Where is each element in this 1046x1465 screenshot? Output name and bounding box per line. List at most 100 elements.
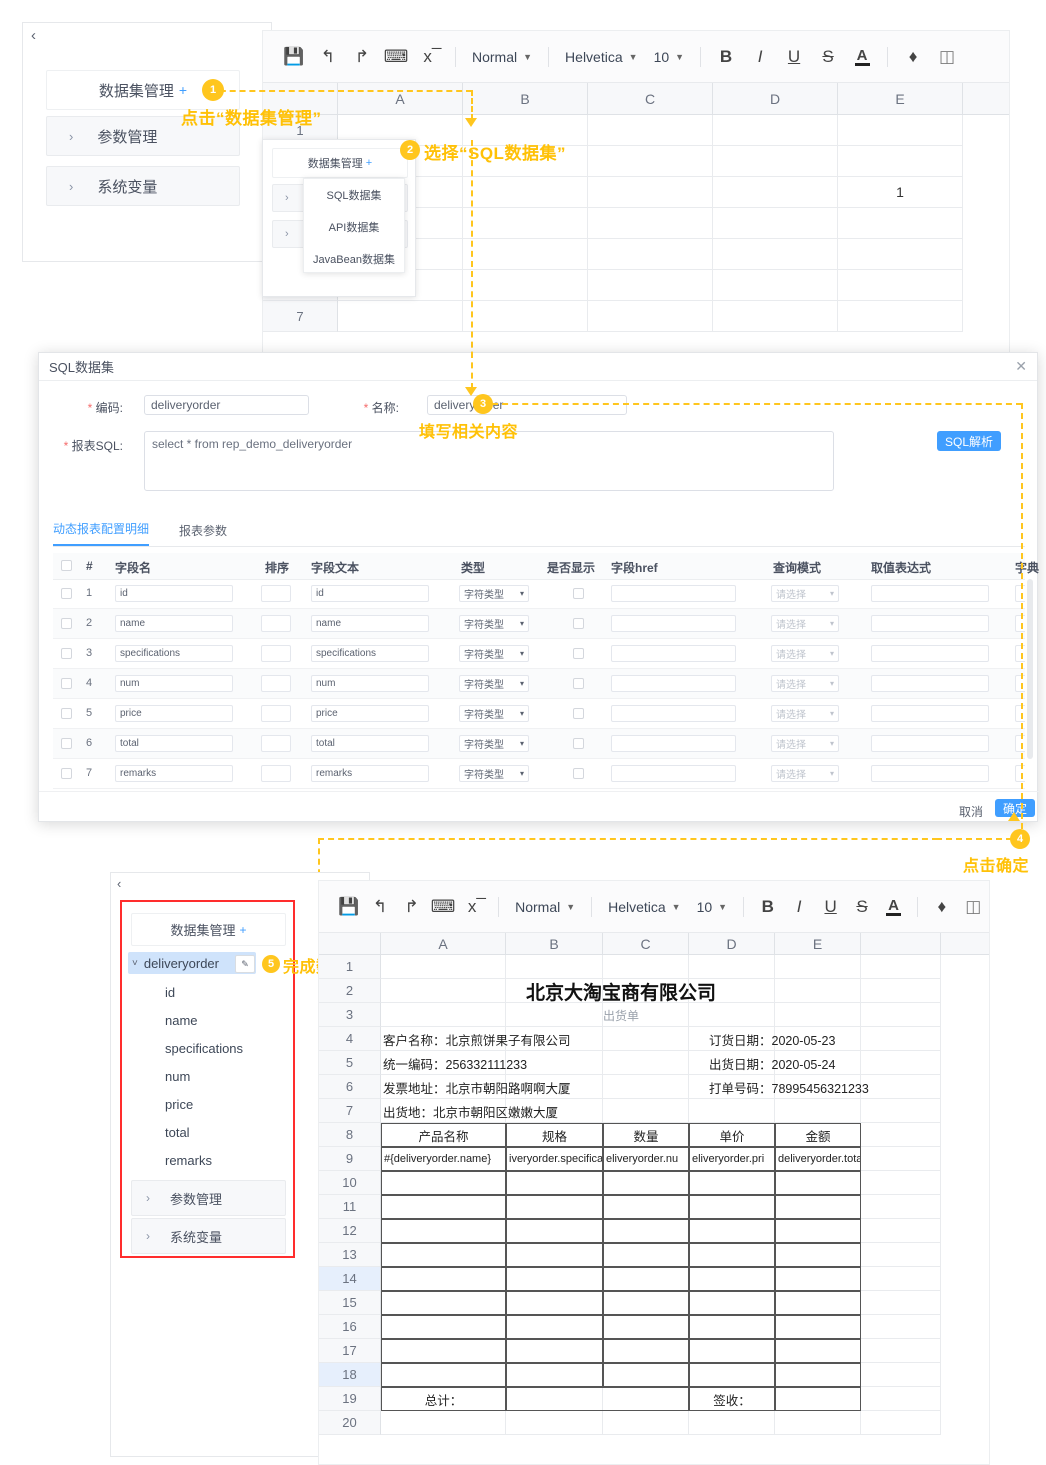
field-name-input[interactable]: remarks xyxy=(115,765,233,782)
field-name-input[interactable]: id xyxy=(115,585,233,602)
add-dataset-plus-icon[interactable]: + xyxy=(179,82,187,98)
strikethrough-button[interactable]: S xyxy=(846,890,877,924)
order-input[interactable] xyxy=(261,735,291,752)
report-table-cell[interactable] xyxy=(381,1315,506,1339)
row-header[interactable]: 18 xyxy=(319,1363,381,1387)
cell[interactable] xyxy=(588,115,713,146)
redo-icon[interactable]: ↱ xyxy=(396,890,427,924)
tab-dynamic-report-config[interactable]: 动态报表配置明细 xyxy=(53,520,150,546)
font-select[interactable]: Helvetica ▼ xyxy=(600,899,689,915)
dict-code-input[interactable] xyxy=(1015,615,1025,632)
list-item[interactable]: remarks xyxy=(165,1153,285,1181)
row-header[interactable]: 10 xyxy=(319,1171,381,1195)
row-header[interactable]: 11 xyxy=(319,1195,381,1219)
field-text-input[interactable]: name xyxy=(311,615,429,632)
column-header-b[interactable]: B xyxy=(463,83,588,114)
query-mode-select[interactable]: 请选择 ▾ xyxy=(771,645,839,662)
report-table-cell[interactable] xyxy=(775,1315,861,1339)
cell[interactable] xyxy=(861,1387,941,1411)
query-mode-select[interactable]: 请选择 ▾ xyxy=(771,765,839,782)
query-mode-select[interactable]: 请选择 ▾ xyxy=(771,675,839,692)
dict-code-input[interactable] xyxy=(1015,735,1025,752)
cell[interactable] xyxy=(861,979,941,1003)
visible-checkbox[interactable] xyxy=(573,618,584,629)
order-input[interactable] xyxy=(261,585,291,602)
value-expr-input[interactable] xyxy=(871,705,989,722)
cell[interactable] xyxy=(861,1291,941,1315)
field-href-input[interactable] xyxy=(611,705,736,722)
row-header[interactable]: 6 xyxy=(319,1075,381,1099)
field-name-input[interactable]: num xyxy=(115,675,233,692)
report-table-value[interactable]: deliveryorder.tota xyxy=(775,1147,861,1171)
row-header[interactable]: 4 xyxy=(319,1027,381,1051)
value-expr-input[interactable] xyxy=(871,675,989,692)
save-icon[interactable]: 💾 xyxy=(333,890,364,924)
dict-code-input[interactable] xyxy=(1015,765,1025,782)
report-table-cell[interactable] xyxy=(381,1267,506,1291)
report-table-cell[interactable] xyxy=(506,1243,603,1267)
report-table-cell[interactable] xyxy=(381,1339,506,1363)
row-header[interactable]: 17 xyxy=(319,1339,381,1363)
report-table-cell[interactable] xyxy=(381,1171,506,1195)
cell[interactable] xyxy=(506,955,603,979)
field-href-input[interactable] xyxy=(611,735,736,752)
value-expr-input[interactable] xyxy=(871,645,989,662)
text-color-button[interactable]: A xyxy=(878,890,909,924)
report-table-value[interactable]: #{deliveryorder.name} xyxy=(381,1147,506,1171)
report-table-cell[interactable] xyxy=(775,1195,861,1219)
dict-code-input[interactable] xyxy=(1015,585,1025,602)
name-input[interactable]: deliveryorder xyxy=(427,395,627,415)
fill-color-icon[interactable]: ♦ xyxy=(896,40,930,74)
report-table-cell[interactable] xyxy=(689,1291,775,1315)
report-table-cell[interactable] xyxy=(506,1195,603,1219)
report-table-header[interactable]: 产品名称 xyxy=(381,1123,506,1147)
cell[interactable] xyxy=(463,301,588,332)
menu-item-api-dataset[interactable]: API数据集 xyxy=(304,211,404,243)
code-input[interactable]: deliveryorder xyxy=(144,395,309,415)
cell[interactable] xyxy=(713,115,838,146)
row-checkbox[interactable] xyxy=(61,708,72,719)
order-input[interactable] xyxy=(261,765,291,782)
row-header[interactable]: 8 xyxy=(319,1123,381,1147)
strikethrough-button[interactable]: S xyxy=(811,40,845,74)
row-checkbox[interactable] xyxy=(61,618,72,629)
row-header[interactable]: 16 xyxy=(319,1315,381,1339)
row-header[interactable]: 15 xyxy=(319,1291,381,1315)
row-header[interactable]: 1 xyxy=(319,955,381,979)
back-chevron-icon[interactable]: ‹ xyxy=(117,876,121,891)
cell[interactable] xyxy=(588,146,713,177)
report-table-cell[interactable] xyxy=(775,1219,861,1243)
border-icon[interactable]: ◫ xyxy=(958,890,989,924)
cell-unified-code[interactable]: 统一编码：256332111233 xyxy=(383,1051,643,1075)
fill-color-icon[interactable]: ♦ xyxy=(926,890,957,924)
report-table-cell[interactable] xyxy=(506,1387,689,1411)
cell[interactable] xyxy=(775,1411,861,1435)
field-href-input[interactable] xyxy=(611,615,736,632)
cell[interactable] xyxy=(861,1003,941,1027)
field-name-input[interactable]: total xyxy=(115,735,233,752)
field-text-input[interactable]: id xyxy=(311,585,429,602)
undo-icon[interactable]: ↰ xyxy=(364,890,395,924)
report-table-cell[interactable] xyxy=(603,1315,689,1339)
visible-checkbox[interactable] xyxy=(573,678,584,689)
list-item[interactable]: name xyxy=(165,1013,285,1041)
cell[interactable] xyxy=(603,955,689,979)
back-chevron-icon[interactable]: ‹ xyxy=(31,27,36,44)
field-name-input[interactable]: name xyxy=(115,615,233,632)
cell-print-number[interactable]: 打单号码：78995456321233 xyxy=(709,1075,959,1099)
order-input[interactable] xyxy=(261,645,291,662)
visible-checkbox[interactable] xyxy=(573,768,584,779)
row-checkbox[interactable] xyxy=(61,768,72,779)
column-header-d[interactable]: D xyxy=(713,83,838,114)
sheet-subtitle[interactable]: 出货单 xyxy=(381,1003,861,1027)
field-href-input[interactable] xyxy=(611,675,736,692)
column-header-e[interactable]: E xyxy=(775,933,861,954)
report-table-cell[interactable] xyxy=(775,1243,861,1267)
report-table-cell[interactable] xyxy=(689,1363,775,1387)
field-name-input[interactable]: specifications xyxy=(115,645,233,662)
underline-button[interactable]: U xyxy=(777,40,811,74)
italic-button[interactable]: I xyxy=(743,40,777,74)
sql-parse-button[interactable]: SQL解析 xyxy=(937,431,1001,451)
type-select[interactable]: 字符类型 ▾ xyxy=(459,645,529,662)
column-header-b[interactable]: B xyxy=(506,933,603,954)
